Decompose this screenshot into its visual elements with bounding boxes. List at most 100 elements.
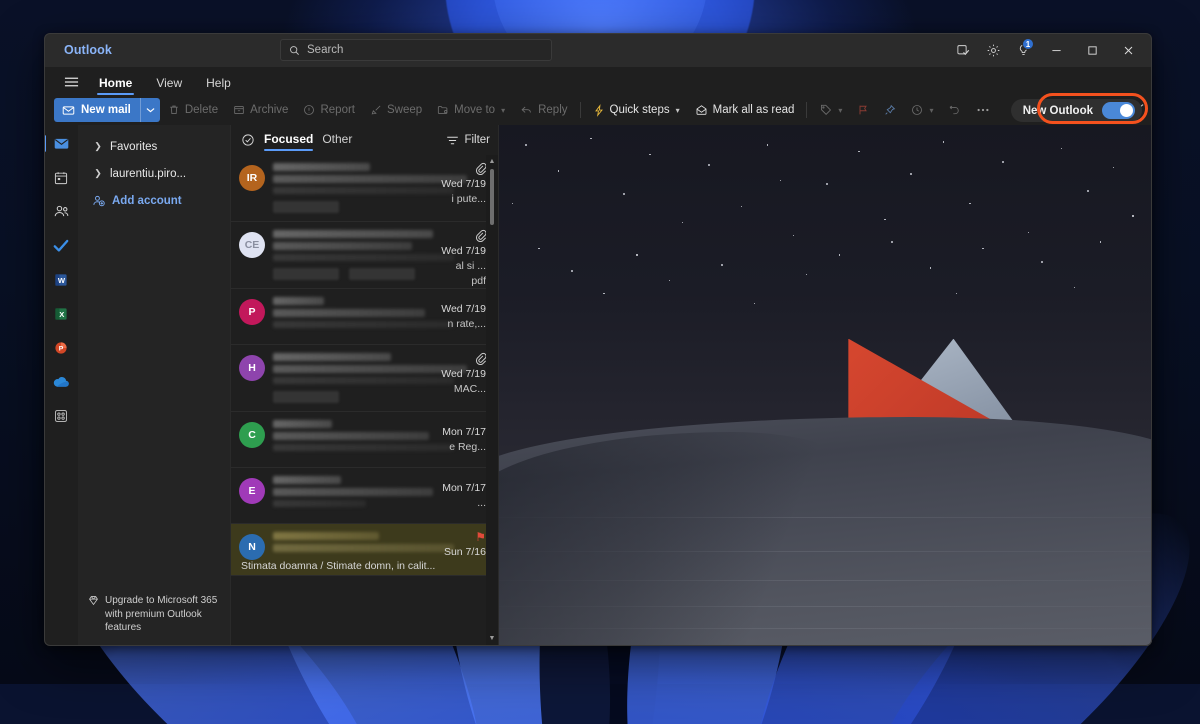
search-input[interactable]: Search [280,39,552,61]
table-row[interactable]: C Mon 7/17 e Reg... [231,412,498,468]
chevron-right-icon: ❯ [92,168,104,179]
archive-icon [233,104,245,116]
sweep-button[interactable]: Sweep [363,98,429,122]
pivot-other[interactable]: Other [322,132,352,149]
message-date: Mon 7/17 [442,426,486,438]
new-mail-button[interactable]: New mail [54,98,160,122]
more-options-icon [976,107,990,113]
tab-view[interactable]: View [145,71,193,95]
snooze-button[interactable]: ▾ [904,98,940,122]
meet-now-icon[interactable] [948,35,978,65]
folder-favorites[interactable]: ❯ Favorites [82,133,226,160]
flag-icon: ⚑ [475,531,486,543]
filter-button[interactable]: Filter [446,134,490,146]
rail-item-onedrive[interactable] [46,367,76,396]
delete-button[interactable]: Delete [161,98,225,122]
delete-label: Delete [185,104,218,116]
report-icon [303,104,315,116]
tab-help[interactable]: Help [195,71,242,95]
new-outlook-switch[interactable] [1102,102,1135,119]
sweep-icon [370,104,382,116]
folder-account-label: laurentiu.piro... [110,168,186,180]
scroll-down-arrow[interactable]: ▼ [486,632,498,644]
gear-icon[interactable] [978,35,1008,65]
select-all-icon[interactable] [241,133,255,147]
reading-pane[interactable] [498,125,1152,646]
new-mail-icon [62,104,75,117]
rail-item-apps[interactable] [46,401,76,430]
pin-icon [884,104,896,116]
quick-steps-icon [593,104,605,117]
chevron-right-icon: ❯ [92,141,104,152]
chevron-down-icon: ▾ [501,106,505,115]
rail-item-todo[interactable] [46,231,76,260]
quick-steps-button[interactable]: Quick steps ▾ [586,98,687,122]
rail-item-word[interactable]: W [46,265,76,294]
message-list-scrollbar[interactable]: ▲ ▼ [486,155,498,646]
rail-item-excel[interactable]: X [46,299,76,328]
scrollbar-thumb[interactable] [490,169,494,225]
avatar: H [239,355,265,381]
mark-all-as-read-button[interactable]: Mark all as read [688,98,802,122]
command-bar: New mail Delete Archive [44,95,1152,125]
rail-item-people[interactable] [46,197,76,226]
rail-item-powerpoint[interactable]: P [46,333,76,362]
move-to-button[interactable]: Move to ▾ [430,98,512,122]
pin-button[interactable] [877,98,903,122]
undo-button[interactable] [941,98,968,122]
reply-button[interactable]: Reply [513,98,574,122]
maximize-button[interactable] [1074,33,1110,67]
table-row[interactable]: H Wed 7/19 MAC... [231,345,498,412]
command-separator [806,102,807,118]
chevron-down-icon: ▾ [838,106,842,115]
archive-button[interactable]: Archive [226,98,295,122]
table-row[interactable]: CE Wed 7/19 al si ... pdf [231,222,498,289]
table-row[interactable]: N ⚑ Sun 7/16 Stimata doamna / Stimate do… [231,524,498,576]
message-date: Wed 7/19 [441,178,486,190]
app-title: Outlook [64,43,112,57]
message-fragment: ... [477,497,486,509]
avatar: C [239,422,265,448]
new-mail-dropdown[interactable] [140,98,160,122]
chevron-down-icon: ▾ [929,106,933,115]
scroll-up-arrow[interactable]: ▲ [486,155,498,167]
filter-icon [446,135,459,146]
trash-icon [168,104,180,116]
attachment-icon [475,229,486,242]
snooze-icon [911,104,923,116]
upgrade-promo[interactable]: Upgrade to Microsoft 365 with premium Ou… [78,584,230,646]
chevron-down-icon: ▾ [676,106,680,115]
app-body: W X P [44,125,1152,646]
attachment-icon [475,352,486,365]
rail-item-calendar[interactable] [46,163,76,192]
minimize-button[interactable] [1038,33,1074,67]
hamburger-menu-icon[interactable] [56,69,86,95]
new-outlook-label: New Outlook [1023,105,1093,117]
add-account-button[interactable]: Add account [82,187,226,214]
pivot-focused[interactable]: Focused [264,132,313,149]
message-list-scroll-area[interactable]: IR Wed 7/19 i pute... CE [231,155,498,646]
add-account-label: Add account [112,195,182,207]
table-row[interactable]: P Wed 7/19 n rate,... [231,289,498,345]
new-mail-label: New mail [81,104,131,116]
table-row[interactable]: E Mon 7/17 ... [231,468,498,524]
table-row[interactable]: IR Wed 7/19 i pute... [231,155,498,222]
message-fragment: e Reg... [449,441,486,453]
svg-text:X: X [59,310,64,319]
reply-icon [520,104,533,116]
more-options-button[interactable] [969,98,997,122]
flag-button[interactable] [850,98,876,122]
outlook-window: Outlook Search [44,33,1152,646]
attachment-name-fragment: pdf [471,275,486,287]
titlebar-actions: 1 [948,33,1146,67]
close-button[interactable] [1110,33,1146,67]
tab-home[interactable]: Home [88,71,143,95]
mark-all-as-read-label: Mark all as read [713,104,795,116]
rail-item-mail[interactable] [46,129,76,158]
new-outlook-toggle[interactable]: New Outlook [1011,99,1142,122]
categorize-icon [819,104,832,116]
categorize-button[interactable]: ▾ [812,98,849,122]
report-button[interactable]: Report [296,98,362,122]
folder-account[interactable]: ❯ laurentiu.piro... [82,160,226,187]
tips-notification-icon[interactable]: 1 [1008,35,1038,65]
